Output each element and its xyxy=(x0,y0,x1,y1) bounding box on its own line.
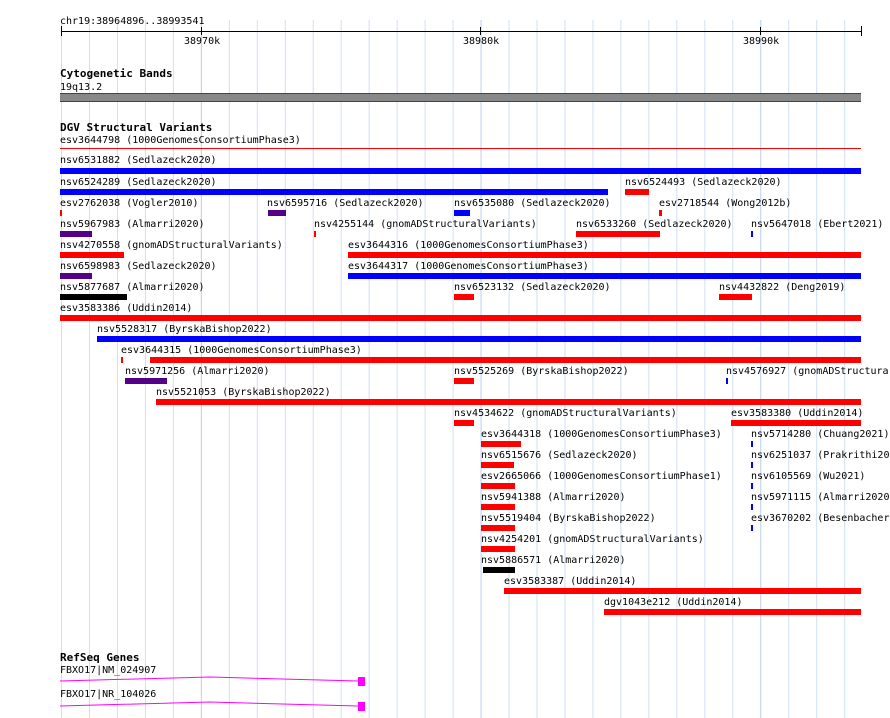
refseq-gene-models xyxy=(59,676,365,711)
refseq-gene-model[interactable] xyxy=(59,701,365,711)
refseq-gene-model[interactable] xyxy=(59,676,365,686)
